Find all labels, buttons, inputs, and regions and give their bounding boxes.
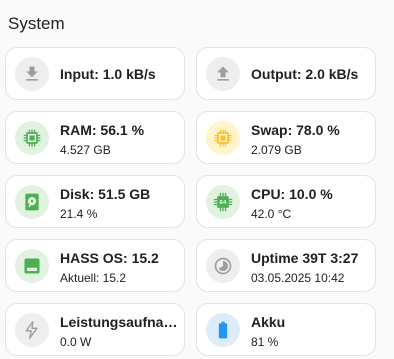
- battery-card[interactable]: Akku 81 %: [196, 303, 376, 356]
- input-value: Input: 1.0 kB/s: [60, 66, 156, 82]
- cpu-usage: CPU: 10.0 %: [251, 186, 333, 202]
- ram-card[interactable]: RAM: 56.1 % 4.527 GB: [5, 111, 185, 164]
- output-value: Output: 2.0 kB/s: [251, 66, 359, 82]
- hassos-version: HASS OS: 15.2: [60, 250, 159, 266]
- hassos-card[interactable]: HASS OS: 15.2 Aktuell: 15.2: [5, 239, 185, 292]
- uptime-card[interactable]: Uptime 39T 3:27 03.05.2025 10:42: [196, 239, 376, 292]
- battery-label: Akku: [251, 314, 286, 330]
- lightning-icon: [15, 313, 49, 347]
- swap-usage: Swap: 78.0 %: [251, 122, 340, 138]
- harddisk-icon: [15, 185, 49, 219]
- clock-icon: [206, 249, 240, 283]
- download-icon: [15, 57, 49, 91]
- uptime-since: 03.05.2025 10:42: [251, 271, 345, 285]
- cpu-64-icon: 64: [206, 185, 240, 219]
- memory-chip-icon: [15, 121, 49, 155]
- power-card[interactable]: Leistungsaufnahme 0.0 W: [5, 303, 185, 356]
- output-card[interactable]: Output: 2.0 kB/s: [196, 47, 376, 100]
- disk-usage: Disk: 51.5 GB: [60, 186, 151, 202]
- ram-usage: RAM: 56.1 %: [60, 122, 145, 138]
- disk-percent: 21.4 %: [60, 207, 98, 221]
- battery-icon: [206, 313, 240, 347]
- swap-amount: 2.079 GB: [251, 143, 302, 157]
- uptime-value: Uptime 39T 3:27: [251, 250, 359, 266]
- power-label: Leistungsaufnahme: [60, 314, 178, 330]
- swap-card[interactable]: Swap: 78.0 % 2.079 GB: [196, 111, 376, 164]
- hassos-status: Aktuell: 15.2: [60, 271, 127, 285]
- cpu-temperature: 42.0 °C: [251, 207, 292, 221]
- cpu-card[interactable]: 64 CPU: 10.0 % 42.0 °C: [196, 175, 376, 228]
- input-card[interactable]: Input: 1.0 kB/s: [5, 47, 185, 100]
- memory-chip-icon: [206, 121, 240, 155]
- section-title: System: [8, 14, 65, 33]
- upload-icon: [206, 57, 240, 91]
- package-icon: [15, 249, 49, 283]
- disk-card[interactable]: Disk: 51.5 GB 21.4 %: [5, 175, 185, 228]
- battery-level: 81 %: [251, 335, 279, 349]
- power-value: 0.0 W: [60, 335, 92, 349]
- ram-amount: 4.527 GB: [60, 143, 111, 157]
- svg-text:64: 64: [219, 200, 227, 206]
